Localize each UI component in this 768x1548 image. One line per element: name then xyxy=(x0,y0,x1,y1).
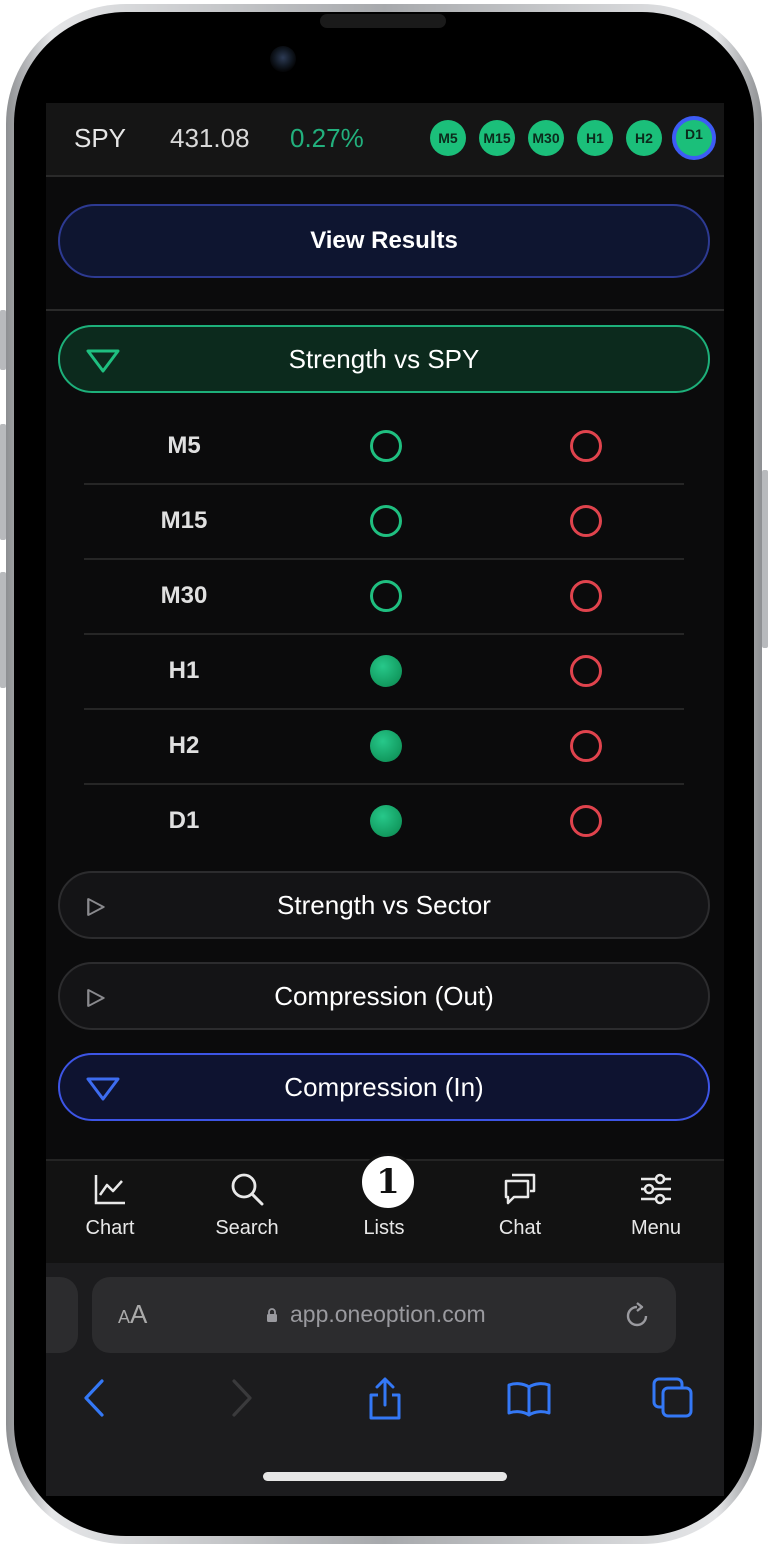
chart-icon xyxy=(94,1175,125,1205)
green-outline-circle-icon[interactable] xyxy=(370,580,402,612)
ticker-symbol[interactable]: SPY xyxy=(74,123,126,154)
tab-label: Search xyxy=(215,1217,279,1239)
accordion-compression-in[interactable]: Compression (In) xyxy=(58,1053,710,1121)
timeframe-chip-h2[interactable]: H2 xyxy=(626,120,662,156)
row-label: M15 xyxy=(160,507,208,534)
red-outline-circle-icon[interactable] xyxy=(570,580,602,612)
red-outline-circle-icon[interactable] xyxy=(570,430,602,462)
section-divider xyxy=(46,309,724,311)
search-icon xyxy=(231,1173,264,1206)
row-label: M30 xyxy=(160,582,208,609)
accordion-title: Compression (Out) xyxy=(274,981,494,1011)
app-screen: SPY 431.08 0.27% M5 M15 M30 H1 H2 D1 Vie… xyxy=(46,103,724,1496)
green-outline-circle-icon[interactable] xyxy=(370,430,402,462)
percent-change: 0.27% xyxy=(290,123,364,153)
home-indicator[interactable] xyxy=(263,1472,507,1481)
strength-row-m5: M5 xyxy=(84,408,684,485)
strength-row-d1: D1 xyxy=(84,783,684,858)
aa-large: A xyxy=(130,1299,148,1329)
triangle-right-icon xyxy=(87,989,105,1007)
aa-small: A xyxy=(118,1307,131,1327)
timeframe-chip-h1[interactable]: H1 xyxy=(577,120,613,156)
triangle-down-icon xyxy=(86,349,120,373)
row-label: M5 xyxy=(167,432,201,459)
tab-label: Chart xyxy=(85,1217,135,1239)
sliders-icon xyxy=(641,1173,671,1205)
red-outline-circle-icon[interactable] xyxy=(570,730,602,762)
row-label: H2 xyxy=(168,732,200,759)
red-outline-circle-icon[interactable] xyxy=(570,655,602,687)
timeframe-chip-m15[interactable]: M15 xyxy=(479,120,515,156)
tab-lists[interactable]: 1 Lists xyxy=(324,1153,444,1265)
view-results-button[interactable]: View Results xyxy=(58,204,710,278)
mute-switch xyxy=(0,310,6,370)
green-filled-circle-icon[interactable] xyxy=(370,805,402,837)
url-text: app.oneoption.com xyxy=(290,1301,486,1327)
accordion-title: Compression (In) xyxy=(284,1072,484,1102)
quote-header: SPY 431.08 0.27% M5 M15 M30 H1 H2 D1 xyxy=(46,103,724,177)
volume-up-button xyxy=(0,424,6,540)
address-bar[interactable]: AA app.oneoption.com xyxy=(92,1277,676,1353)
row-label: D1 xyxy=(168,807,200,834)
front-camera xyxy=(270,46,296,72)
power-button xyxy=(762,470,768,648)
triangle-down-icon xyxy=(86,1077,120,1101)
forward-icon[interactable] xyxy=(218,1375,264,1421)
tab-chart[interactable]: Chart xyxy=(50,1161,170,1265)
strength-row-h1: H1 xyxy=(84,633,684,710)
chat-icon xyxy=(504,1173,536,1205)
oneoption-logo-icon: 1 xyxy=(359,1153,417,1211)
row-label: H1 xyxy=(168,657,200,684)
green-filled-circle-icon[interactable] xyxy=(370,655,402,687)
tab-menu[interactable]: Menu xyxy=(596,1161,716,1265)
browser-toolbar: AA app.oneoption.com xyxy=(46,1263,724,1496)
timeframe-chip-d1[interactable]: D1 xyxy=(672,116,716,160)
tab-label: Menu xyxy=(630,1217,682,1239)
accordion-strength-vs-spy[interactable]: Strength vs SPY xyxy=(58,325,710,393)
strength-row-m15: M15 xyxy=(84,483,684,560)
tabs-icon[interactable] xyxy=(650,1375,696,1421)
tab-label: Chat xyxy=(498,1217,542,1239)
last-price: 431.08 xyxy=(170,123,250,153)
green-outline-circle-icon[interactable] xyxy=(370,505,402,537)
earpiece-speaker xyxy=(320,14,446,28)
timeframe-chip-m5[interactable]: M5 xyxy=(430,120,466,156)
triangle-right-icon xyxy=(87,898,105,916)
volume-down-button xyxy=(0,572,6,688)
tab-chat[interactable]: Chat xyxy=(460,1161,580,1265)
bookmarks-icon[interactable] xyxy=(506,1375,552,1421)
accordion-title: Strength vs SPY xyxy=(288,344,480,374)
timeframe-chip-m30[interactable]: M30 xyxy=(528,120,564,156)
reload-icon[interactable] xyxy=(622,1301,652,1331)
tab-label: Lists xyxy=(363,1217,405,1239)
tab-search[interactable]: Search xyxy=(187,1161,307,1265)
previous-tab-preview[interactable] xyxy=(46,1277,78,1353)
text-size-button[interactable]: AA xyxy=(118,1299,147,1330)
accordion-compression-out[interactable]: Compression (Out) xyxy=(58,962,710,1030)
green-filled-circle-icon[interactable] xyxy=(370,730,402,762)
strength-row-h2: H2 xyxy=(84,708,684,785)
bottom-tab-bar: Chart Search 1 Lists Chat Menu xyxy=(46,1153,724,1265)
back-icon[interactable] xyxy=(72,1375,118,1421)
red-outline-circle-icon[interactable] xyxy=(570,805,602,837)
accordion-strength-vs-sector[interactable]: Strength vs Sector xyxy=(58,871,710,939)
strength-row-m30: M30 xyxy=(84,558,684,635)
red-outline-circle-icon[interactable] xyxy=(570,505,602,537)
accordion-title: Strength vs Sector xyxy=(277,890,491,920)
lock-icon xyxy=(267,1308,277,1322)
share-icon[interactable] xyxy=(362,1375,408,1421)
